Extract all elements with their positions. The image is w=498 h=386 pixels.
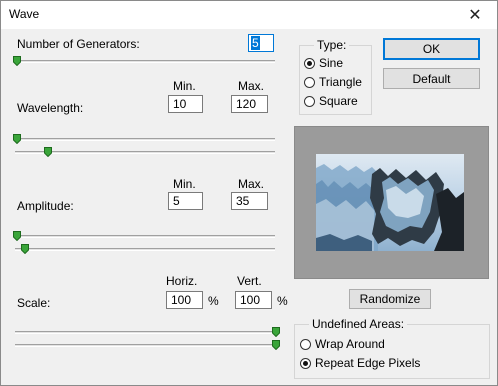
amplitude-label: Amplitude: (17, 199, 74, 213)
preview-image (316, 154, 464, 251)
scale-horiz-header: Horiz. (166, 274, 198, 288)
scale-vert-slider-track[interactable] (15, 344, 277, 347)
close-icon: ✕ (468, 7, 482, 24)
wavelength-label: Wavelength: (17, 101, 84, 115)
amplitude-max-input[interactable]: 35 (231, 192, 268, 210)
type-group-title: Type: (314, 38, 350, 52)
amplitude-min-slider-track[interactable] (15, 235, 275, 238)
scale-horiz-slider-thumb[interactable] (272, 327, 280, 337)
type-option-label: Triangle (319, 75, 362, 89)
amplitude-min-input[interactable]: 5 (168, 192, 203, 210)
scale-horiz-input[interactable]: 100 (166, 291, 203, 309)
amplitude-max-header: Max. (238, 177, 265, 191)
generators-slider-thumb[interactable] (13, 56, 21, 66)
undefined-areas-title: Undefined Areas: (309, 317, 408, 331)
scale-vert-header: Vert. (237, 274, 262, 288)
type-option-square[interactable]: Square (304, 94, 358, 108)
scale-horiz-slider-track[interactable] (15, 331, 277, 334)
option-wrap-around[interactable]: Wrap Around (300, 337, 385, 351)
type-option-sine[interactable]: Sine (304, 56, 343, 70)
scale-horiz-unit: % (208, 294, 219, 308)
wavelength-min-slider-thumb[interactable] (13, 134, 21, 144)
wave-dialog: Wave ✕ Number of Generators: 5 Min. Max.… (0, 0, 498, 386)
wavelength-min-slider-track[interactable] (15, 138, 275, 141)
randomize-button[interactable]: Randomize (349, 289, 431, 309)
option-label: Repeat Edge Pixels (315, 356, 421, 370)
wavelength-max-slider-track[interactable] (15, 151, 275, 154)
amplitude-max-slider-track[interactable] (15, 248, 275, 251)
type-option-label: Sine (319, 56, 344, 70)
scale-vert-slider-thumb[interactable] (272, 340, 280, 350)
scale-vert-unit: % (277, 294, 288, 308)
undefined-areas-group (294, 324, 490, 379)
amplitude-min-header: Min. (173, 177, 196, 191)
scale-vert-input[interactable]: 100 (235, 291, 272, 309)
type-option-label: Square (319, 94, 358, 108)
option-label: Wrap Around (315, 337, 385, 351)
close-button[interactable]: ✕ (453, 1, 497, 29)
radio-unselected-icon (304, 76, 315, 88)
amplitude-min-slider-thumb[interactable] (13, 231, 21, 241)
generators-input[interactable]: 5 (248, 34, 274, 52)
wavelength-min-input[interactable]: 10 (168, 95, 203, 113)
type-option-triangle[interactable]: Triangle (304, 75, 362, 89)
generators-slider-track[interactable] (15, 60, 275, 63)
radio-unselected-icon (304, 95, 315, 107)
wavelength-min-header: Min. (173, 79, 196, 93)
wavelength-max-header: Max. (238, 79, 265, 93)
generators-label: Number of Generators: (17, 37, 140, 51)
option-repeat-edge-pixels[interactable]: Repeat Edge Pixels (300, 356, 420, 370)
wavelength-max-slider-thumb[interactable] (44, 147, 52, 157)
wavelength-max-input[interactable]: 120 (231, 95, 268, 113)
amplitude-max-slider-thumb[interactable] (21, 244, 29, 254)
radio-selected-icon (300, 357, 311, 369)
default-button[interactable]: Default (383, 68, 480, 89)
scale-label: Scale: (17, 296, 51, 310)
ok-button[interactable]: OK (383, 38, 480, 60)
preview-panel (294, 126, 489, 279)
radio-unselected-icon (300, 338, 311, 350)
radio-selected-icon (304, 57, 315, 69)
window-title: Wave (9, 7, 40, 21)
title-bar: Wave ✕ (1, 1, 497, 29)
